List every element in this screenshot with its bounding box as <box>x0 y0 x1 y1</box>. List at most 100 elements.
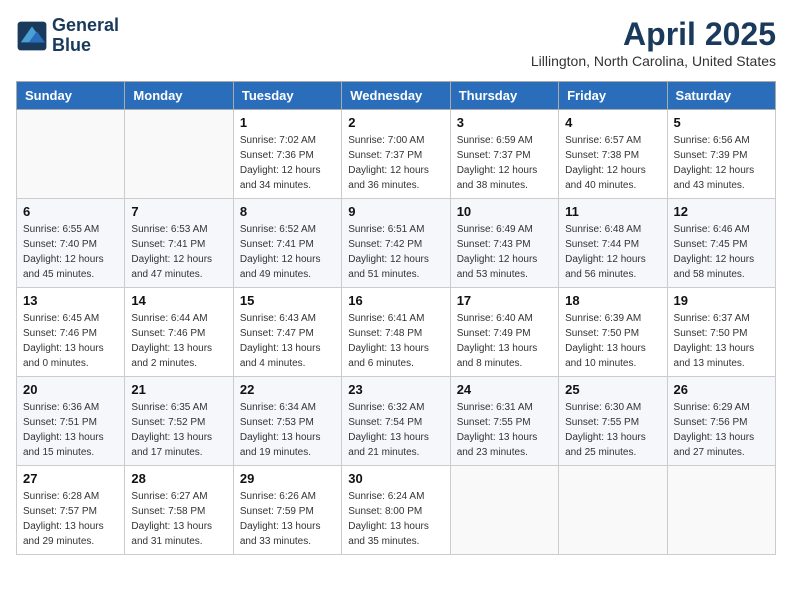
calendar-cell: 14 Sunrise: 6:44 AM Sunset: 7:46 PM Dayli… <box>125 288 233 377</box>
day-number: 9 <box>348 204 443 219</box>
weekday-header-sunday: Sunday <box>17 82 125 110</box>
day-info: Sunrise: 6:31 AM Sunset: 7:55 PM Dayligh… <box>457 400 552 460</box>
calendar-cell: 26 Sunrise: 6:29 AM Sunset: 7:56 PM Dayli… <box>667 377 775 466</box>
calendar-cell: 23Sunrise: 6:32 AM Sunset: 7:54 PM Dayli… <box>342 377 450 466</box>
logo-icon <box>16 20 48 52</box>
day-number: 14 <box>131 293 226 308</box>
calendar-cell: 7 Sunrise: 6:53 AM Sunset: 7:41 PM Daylig… <box>125 199 233 288</box>
day-number: 22 <box>240 382 335 397</box>
calendar-cell: 2Sunrise: 7:00 AM Sunset: 7:37 PM Daylig… <box>342 110 450 199</box>
calendar-cell <box>125 110 233 199</box>
logo-line2: Blue <box>52 36 119 56</box>
day-info: Sunrise: 6:46 AM Sunset: 7:45 PM Dayligh… <box>674 222 769 282</box>
calendar-cell: 8 Sunrise: 6:52 AM Sunset: 7:41 PM Daylig… <box>233 199 341 288</box>
calendar-cell: 4Sunrise: 6:57 AM Sunset: 7:38 PM Daylig… <box>559 110 667 199</box>
day-info: Sunrise: 6:43 AM Sunset: 7:47 PM Dayligh… <box>240 311 335 371</box>
calendar-cell: 20Sunrise: 6:36 AM Sunset: 7:51 PM Dayli… <box>17 377 125 466</box>
calendar-cell: 19 Sunrise: 6:37 AM Sunset: 7:50 PM Dayli… <box>667 288 775 377</box>
day-info: Sunrise: 6:52 AM Sunset: 7:41 PM Dayligh… <box>240 222 335 282</box>
day-number: 12 <box>674 204 769 219</box>
calendar-cell: 30Sunrise: 6:24 AM Sunset: 8:00 PM Dayli… <box>342 466 450 555</box>
day-number: 16 <box>348 293 443 308</box>
logo-line1: General <box>52 16 119 36</box>
calendar-week-5: 27Sunrise: 6:28 AM Sunset: 7:57 PM Dayli… <box>17 466 776 555</box>
title-block: April 2025 Lillington, North Carolina, U… <box>531 16 776 69</box>
day-info: Sunrise: 6:34 AM Sunset: 7:53 PM Dayligh… <box>240 400 335 460</box>
calendar-cell: 25 Sunrise: 6:30 AM Sunset: 7:55 PM Dayli… <box>559 377 667 466</box>
day-number: 29 <box>240 471 335 486</box>
day-number: 11 <box>565 204 660 219</box>
day-number: 26 <box>674 382 769 397</box>
day-number: 6 <box>23 204 118 219</box>
day-info: Sunrise: 6:28 AM Sunset: 7:57 PM Dayligh… <box>23 489 118 549</box>
day-info: Sunrise: 6:44 AM Sunset: 7:46 PM Dayligh… <box>131 311 226 371</box>
day-number: 10 <box>457 204 552 219</box>
page-header: General Blue April 2025 Lillington, Nort… <box>16 16 776 69</box>
calendar-cell: 5Sunrise: 6:56 AM Sunset: 7:39 PM Daylig… <box>667 110 775 199</box>
location-title: Lillington, North Carolina, United State… <box>531 53 776 69</box>
weekday-header-friday: Friday <box>559 82 667 110</box>
calendar-week-2: 6 Sunrise: 6:55 AM Sunset: 7:40 PM Daylig… <box>17 199 776 288</box>
day-info: Sunrise: 6:32 AM Sunset: 7:54 PM Dayligh… <box>348 400 443 460</box>
day-number: 25 <box>565 382 660 397</box>
weekday-header-saturday: Saturday <box>667 82 775 110</box>
day-number: 4 <box>565 115 660 130</box>
day-number: 18 <box>565 293 660 308</box>
day-info: Sunrise: 6:30 AM Sunset: 7:55 PM Dayligh… <box>565 400 660 460</box>
day-info: Sunrise: 6:53 AM Sunset: 7:41 PM Dayligh… <box>131 222 226 282</box>
calendar-cell: 16 Sunrise: 6:41 AM Sunset: 7:48 PM Dayli… <box>342 288 450 377</box>
calendar-cell: 6 Sunrise: 6:55 AM Sunset: 7:40 PM Daylig… <box>17 199 125 288</box>
day-info: Sunrise: 7:02 AM Sunset: 7:36 PM Dayligh… <box>240 133 335 193</box>
day-info: Sunrise: 6:24 AM Sunset: 8:00 PM Dayligh… <box>348 489 443 549</box>
calendar-cell <box>667 466 775 555</box>
calendar-cell: 12 Sunrise: 6:46 AM Sunset: 7:45 PM Dayli… <box>667 199 775 288</box>
calendar-week-4: 20Sunrise: 6:36 AM Sunset: 7:51 PM Dayli… <box>17 377 776 466</box>
calendar-week-3: 13 Sunrise: 6:45 AM Sunset: 7:46 PM Dayli… <box>17 288 776 377</box>
day-number: 24 <box>457 382 552 397</box>
calendar-cell <box>17 110 125 199</box>
calendar-cell <box>450 466 558 555</box>
logo-text: General Blue <box>52 16 119 56</box>
day-number: 8 <box>240 204 335 219</box>
day-info: Sunrise: 6:35 AM Sunset: 7:52 PM Dayligh… <box>131 400 226 460</box>
day-number: 21 <box>131 382 226 397</box>
day-info: Sunrise: 6:26 AM Sunset: 7:59 PM Dayligh… <box>240 489 335 549</box>
day-info: Sunrise: 6:59 AM Sunset: 7:37 PM Dayligh… <box>457 133 552 193</box>
calendar-cell: 28Sunrise: 6:27 AM Sunset: 7:58 PM Dayli… <box>125 466 233 555</box>
day-number: 7 <box>131 204 226 219</box>
calendar-cell: 9 Sunrise: 6:51 AM Sunset: 7:42 PM Daylig… <box>342 199 450 288</box>
day-info: Sunrise: 6:29 AM Sunset: 7:56 PM Dayligh… <box>674 400 769 460</box>
day-info: Sunrise: 6:48 AM Sunset: 7:44 PM Dayligh… <box>565 222 660 282</box>
calendar-week-1: 1Sunrise: 7:02 AM Sunset: 7:36 PM Daylig… <box>17 110 776 199</box>
day-number: 15 <box>240 293 335 308</box>
day-info: Sunrise: 6:55 AM Sunset: 7:40 PM Dayligh… <box>23 222 118 282</box>
weekday-header-monday: Monday <box>125 82 233 110</box>
calendar-cell: 3 Sunrise: 6:59 AM Sunset: 7:37 PM Daylig… <box>450 110 558 199</box>
day-number: 19 <box>674 293 769 308</box>
calendar-cell: 10 Sunrise: 6:49 AM Sunset: 7:43 PM Dayli… <box>450 199 558 288</box>
weekday-header-row: SundayMondayTuesdayWednesdayThursdayFrid… <box>17 82 776 110</box>
day-info: Sunrise: 6:37 AM Sunset: 7:50 PM Dayligh… <box>674 311 769 371</box>
day-info: Sunrise: 6:51 AM Sunset: 7:42 PM Dayligh… <box>348 222 443 282</box>
calendar-cell: 27Sunrise: 6:28 AM Sunset: 7:57 PM Dayli… <box>17 466 125 555</box>
calendar-cell: 1Sunrise: 7:02 AM Sunset: 7:36 PM Daylig… <box>233 110 341 199</box>
logo: General Blue <box>16 16 119 56</box>
day-number: 3 <box>457 115 552 130</box>
weekday-header-wednesday: Wednesday <box>342 82 450 110</box>
calendar-cell: 21 Sunrise: 6:35 AM Sunset: 7:52 PM Dayli… <box>125 377 233 466</box>
day-info: Sunrise: 6:45 AM Sunset: 7:46 PM Dayligh… <box>23 311 118 371</box>
day-number: 13 <box>23 293 118 308</box>
calendar-cell <box>559 466 667 555</box>
calendar-cell: 13 Sunrise: 6:45 AM Sunset: 7:46 PM Dayli… <box>17 288 125 377</box>
day-number: 2 <box>348 115 443 130</box>
day-info: Sunrise: 6:40 AM Sunset: 7:49 PM Dayligh… <box>457 311 552 371</box>
calendar-cell: 18 Sunrise: 6:39 AM Sunset: 7:50 PM Dayli… <box>559 288 667 377</box>
day-number: 28 <box>131 471 226 486</box>
day-info: Sunrise: 6:39 AM Sunset: 7:50 PM Dayligh… <box>565 311 660 371</box>
day-info: Sunrise: 6:49 AM Sunset: 7:43 PM Dayligh… <box>457 222 552 282</box>
day-info: Sunrise: 6:41 AM Sunset: 7:48 PM Dayligh… <box>348 311 443 371</box>
month-title: April 2025 <box>531 16 776 53</box>
calendar-header: SundayMondayTuesdayWednesdayThursdayFrid… <box>17 82 776 110</box>
day-info: Sunrise: 6:36 AM Sunset: 7:51 PM Dayligh… <box>23 400 118 460</box>
day-number: 5 <box>674 115 769 130</box>
